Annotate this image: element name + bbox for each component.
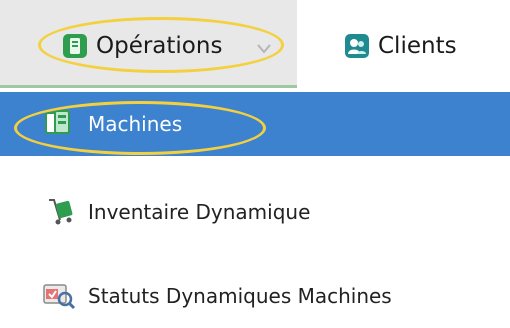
menu-item-statuts-dynamiques-machines[interactable]: Statuts Dynamiques Machines <box>0 264 510 328</box>
inventory-icon <box>46 196 76 230</box>
tab-clients-label: Clients <box>378 33 457 59</box>
menu-item-machines[interactable]: Machines <box>0 92 510 156</box>
menu-item-label: Machines <box>88 112 183 136</box>
status-icon <box>42 281 76 315</box>
machines-icon <box>42 109 72 143</box>
clients-icon <box>344 33 370 63</box>
toolbar: Opérations Clients <box>0 0 510 88</box>
chevron-down-icon[interactable] <box>256 40 272 59</box>
menu-item-label: Inventaire Dynamique <box>88 200 311 224</box>
tab-operations-label: Opérations <box>96 33 223 59</box>
tab-underline <box>0 85 297 88</box>
tab-clients[interactable]: Clients <box>320 0 500 88</box>
menu-item-label: Statuts Dynamiques Machines <box>88 284 392 308</box>
menu-item-inventaire-dynamique[interactable]: Inventaire Dynamique <box>0 180 510 244</box>
tab-operations[interactable]: Opérations <box>0 0 297 88</box>
operations-icon <box>62 33 88 63</box>
